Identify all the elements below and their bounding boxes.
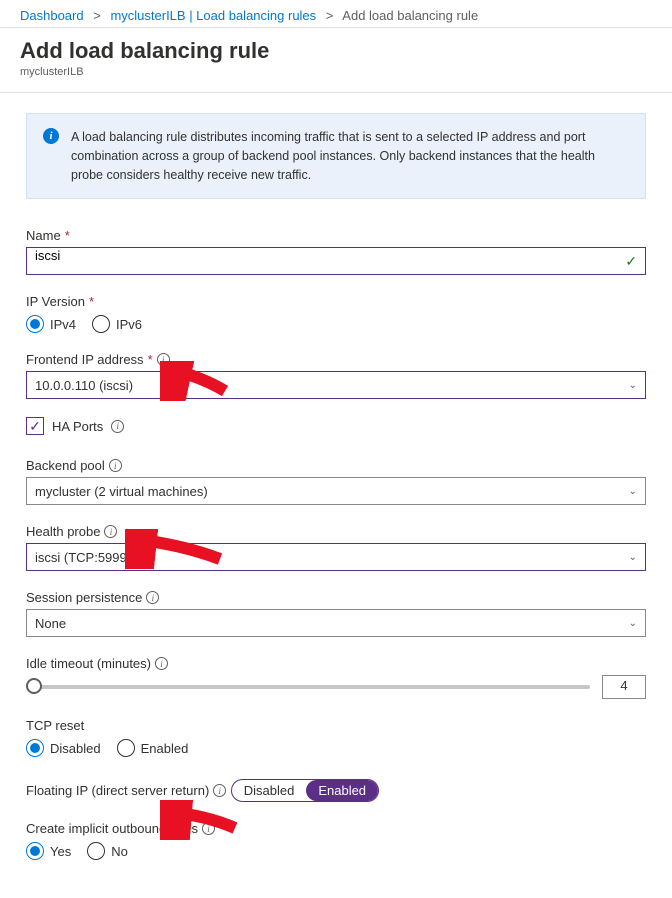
outbound-label: Create implicit outbound rules i [26,821,215,836]
breadcrumb-current: Add load balancing rule [342,8,478,23]
tcp-label: TCP reset [26,718,84,733]
info-icon[interactable]: i [146,591,159,604]
field-session: Session persistence i None ⌄ [26,589,646,637]
ipversion-label: IP Version * [26,294,94,309]
field-backend: Backend pool i mycluster (2 virtual mach… [26,457,646,505]
breadcrumb-sep: > [326,8,334,23]
radio-outbound-no[interactable]: No [87,842,128,860]
session-value: None [35,616,66,631]
info-icon[interactable]: i [202,822,215,835]
checkbox-box: ✓ [26,417,44,435]
backend-label: Backend pool i [26,458,122,473]
frontend-select[interactable]: 10.0.0.110 (iscsi) ⌄ [26,371,646,399]
check-icon: ✓ [625,253,637,270]
name-input-wrapper: ✓ [26,247,646,275]
radio-ipv6[interactable]: IPv6 [92,315,142,333]
radio-ipv4[interactable]: IPv4 [26,315,76,333]
floating-enabled[interactable]: Enabled [306,780,378,801]
page-subtitle: myclusterILB [20,66,652,78]
breadcrumb-ilb[interactable]: myclusterILB | Load balancing rules [110,8,316,23]
breadcrumb-sep: > [93,8,101,23]
info-text: A load balancing rule distributes incomi… [71,128,629,184]
radio-outbound-yes[interactable]: Yes [26,842,71,860]
info-icon[interactable]: i [109,459,122,472]
probe-select[interactable]: iscsi (TCP:59998) ⌄ [26,543,646,571]
backend-select[interactable]: mycluster (2 virtual machines) ⌄ [26,477,646,505]
idle-label: Idle timeout (minutes) i [26,656,168,671]
breadcrumb-dashboard[interactable]: Dashboard [20,8,84,23]
chevron-down-icon: ⌄ [629,618,637,629]
floating-label: Floating IP (direct server return) i [26,783,226,798]
info-icon[interactable]: i [104,525,117,538]
info-icon[interactable]: i [111,420,124,433]
idle-slider[interactable] [26,685,590,689]
session-select[interactable]: None ⌄ [26,609,646,637]
info-icon[interactable]: i [157,353,170,366]
info-callout: i A load balancing rule distributes inco… [26,113,646,199]
field-probe: Health probe i iscsi (TCP:59998) ⌄ [26,523,646,571]
probe-label: Health probe i [26,524,117,539]
breadcrumb: Dashboard > myclusterILB | Load balancin… [0,0,672,28]
field-idle: Idle timeout (minutes) i 4 [26,655,646,699]
chevron-down-icon: ⌄ [629,552,637,563]
info-icon[interactable]: i [155,657,168,670]
chevron-down-icon: ⌄ [629,380,637,391]
field-floating: Floating IP (direct server return) i Dis… [26,775,646,802]
info-icon[interactable]: i [213,784,226,797]
info-icon: i [43,128,59,144]
page-header: Add load balancing rule myclusterILB [0,28,672,93]
radio-tcp-disabled[interactable]: Disabled [26,739,101,757]
field-frontend: Frontend IP address * i 10.0.0.110 (iscs… [26,351,646,399]
session-label: Session persistence i [26,590,159,605]
probe-value: iscsi (TCP:59998) [35,550,138,565]
slider-thumb[interactable] [26,678,42,694]
frontend-value: 10.0.0.110 (iscsi) [35,378,133,393]
field-outbound: Create implicit outbound rules i Yes No [26,820,646,860]
form-content: i A load balancing rule distributes inco… [0,93,672,898]
floating-disabled[interactable]: Disabled [232,780,307,801]
field-ipversion: IP Version * IPv4 IPv6 [26,293,646,333]
field-tcp: TCP reset Disabled Enabled [26,717,646,757]
name-input[interactable] [35,248,617,263]
idle-value[interactable]: 4 [602,675,646,699]
radio-tcp-enabled[interactable]: Enabled [117,739,189,757]
ha-ports-label: HA Ports [52,419,103,434]
frontend-label: Frontend IP address * i [26,352,170,367]
page-title: Add load balancing rule [20,38,652,64]
field-name: Name * ✓ [26,227,646,275]
backend-value: mycluster (2 virtual machines) [35,484,208,499]
ha-ports-checkbox[interactable]: ✓ HA Ports i [26,417,646,435]
floating-toggle[interactable]: Disabled Enabled [231,779,379,802]
chevron-down-icon: ⌄ [629,486,637,497]
name-label: Name * [26,228,70,243]
